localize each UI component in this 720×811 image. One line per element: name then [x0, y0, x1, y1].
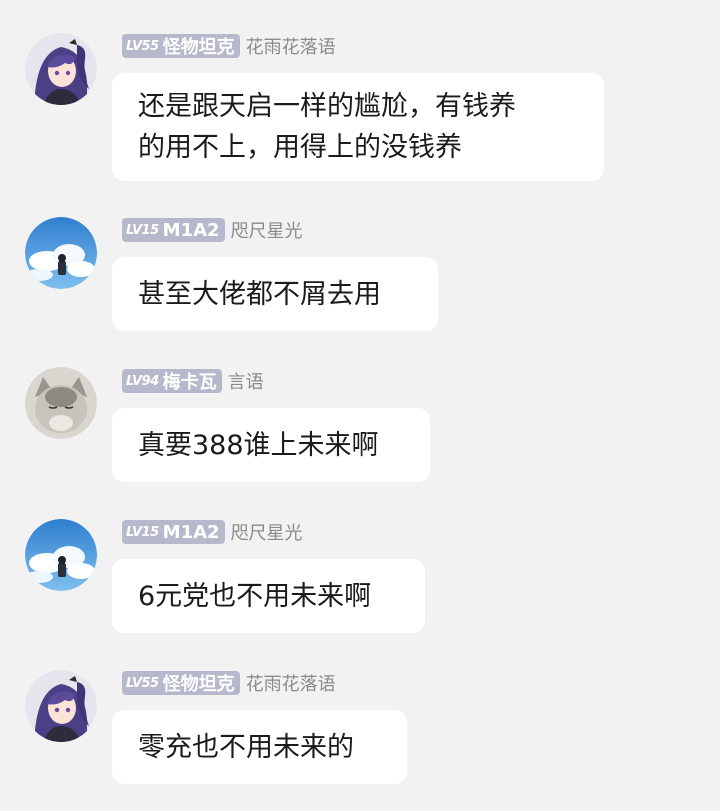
username: 怪物坦克 — [162, 37, 235, 58]
message-bubble[interactable]: 零充也不用未来的 — [112, 710, 407, 784]
user-badge[interactable]: LV15 M1A2 — [122, 218, 225, 242]
message-header: LV15 M1A2 咫尺星光 — [122, 217, 303, 243]
message-text: 零充也不用未来的 — [138, 731, 354, 763]
username: 梅卡瓦 — [162, 372, 217, 393]
message-bubble[interactable]: 6元党也不用未来啊 — [112, 559, 425, 633]
user-badge[interactable]: LV55 怪物坦克 — [122, 671, 240, 695]
message-text: 真要388谁上未来啊 — [138, 429, 379, 461]
user-title-tag: 言语 — [227, 372, 264, 393]
username: 怪物坦克 — [162, 674, 235, 695]
level-badge: LV15 — [126, 524, 159, 540]
user-title-tag: 花雨花落语 — [245, 674, 336, 695]
username: M1A2 — [162, 219, 220, 241]
message-header: LV55 怪物坦克 花雨花落语 — [122, 670, 336, 696]
message-text: 6元党也不用未来啊 — [138, 580, 372, 612]
user-title-tag: 咫尺星光 — [230, 221, 303, 242]
message-text: 甚至大佬都不屑去用 — [138, 278, 381, 310]
message-bubble[interactable]: 真要388谁上未来啊 — [112, 408, 430, 482]
message-header: LV15 M1A2 咫尺星光 — [122, 519, 303, 545]
anime-girl-avatar-icon[interactable] — [25, 670, 97, 742]
message-text: 还是跟天启一样的尴尬，有钱养 的用不上，用得上的没钱养 — [138, 91, 516, 163]
user-badge[interactable]: LV94 梅卡瓦 — [122, 369, 222, 393]
sky-clouds-avatar-icon[interactable] — [25, 519, 97, 591]
message-header: LV94 梅卡瓦 言语 — [122, 368, 264, 394]
level-badge: LV55 — [126, 675, 159, 691]
level-badge: LV55 — [126, 38, 159, 54]
user-badge[interactable]: LV55 怪物坦克 — [122, 34, 240, 58]
level-badge: LV15 — [126, 222, 159, 238]
user-badge[interactable]: LV15 M1A2 — [122, 520, 225, 544]
username: M1A2 — [162, 521, 220, 543]
anime-girl-avatar-icon[interactable] — [25, 33, 97, 105]
message-bubble[interactable]: 甚至大佬都不屑去用 — [112, 257, 438, 331]
grey-cat-avatar-icon[interactable] — [25, 367, 97, 439]
user-title-tag: 花雨花落语 — [245, 37, 336, 58]
message-bubble[interactable]: 还是跟天启一样的尴尬，有钱养 的用不上，用得上的没钱养 — [112, 73, 604, 181]
message-header: LV55 怪物坦克 花雨花落语 — [122, 33, 336, 59]
level-badge: LV94 — [126, 373, 159, 389]
sky-clouds-avatar-icon[interactable] — [25, 217, 97, 289]
user-title-tag: 咫尺星光 — [230, 523, 303, 544]
